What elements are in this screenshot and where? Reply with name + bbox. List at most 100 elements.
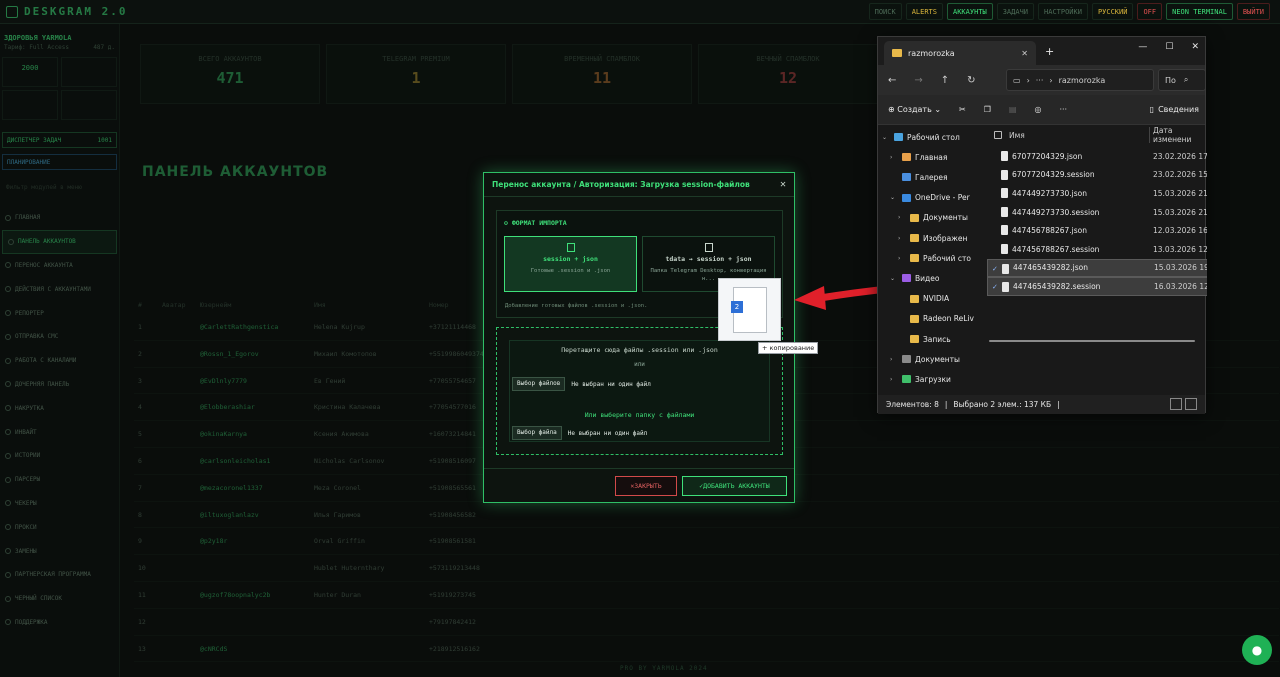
copy-icon[interactable]: ❐: [984, 105, 991, 114]
format-option-session-json[interactable]: session + json Готовые .session и .json: [504, 236, 637, 292]
table-row[interactable]: 13 @cNRCdS +218912516162: [134, 636, 1279, 663]
maximize-icon[interactable]: ☐: [1165, 42, 1173, 52]
file-row[interactable]: 447456788267.json 12.03.2026 16:38: [987, 221, 1207, 240]
sidebar-item[interactable]: ПЕРЕНОС АККАУНТА: [0, 254, 119, 278]
close-tab-icon[interactable]: ✕: [1021, 49, 1028, 58]
nav-search[interactable]: ПОИСК: [868, 3, 902, 20]
tree-item[interactable]: › Загрузки: [890, 369, 951, 389]
file-checkbox[interactable]: ✓: [992, 265, 1000, 273]
file-drop-zone[interactable]: Перетащите сюда файлы .session или .json…: [496, 327, 783, 455]
tree-item[interactable]: Radeon ReLiv: [898, 309, 974, 329]
tree-chevron-icon[interactable]: ›: [890, 356, 898, 363]
tree-item[interactable]: › Документы: [890, 349, 960, 369]
col-name[interactable]: Имя: [1009, 131, 1025, 140]
horizontal-scrollbar[interactable]: [989, 340, 1195, 342]
create-button[interactable]: ⊕ Создать ⌄: [888, 105, 941, 114]
tree-item[interactable]: Запись: [898, 329, 951, 349]
dispatcher-button[interactable]: ДИСПЕТЧЕР ЗАДАЧ 1001: [2, 132, 117, 148]
sidebar-item[interactable]: ОТПРАВКА СМС: [0, 325, 119, 349]
sidebar-item[interactable]: ПАНЕЛЬ АККАУНТОВ: [2, 229, 117, 254]
refresh-icon[interactable]: ↻: [967, 75, 975, 86]
add-accounts-button[interactable]: ✓ДОБАВИТЬ АККАУНТЫ: [682, 476, 787, 496]
nav-alerts[interactable]: ALERTS: [905, 3, 943, 20]
minimize-icon[interactable]: —: [1138, 42, 1147, 52]
file-checkbox[interactable]: [991, 208, 999, 216]
tree-item[interactable]: ⌄ OneDrive - Per: [890, 188, 970, 208]
sidebar-item[interactable]: ГЛАВНАЯ: [0, 206, 119, 230]
sidebar-item[interactable]: РЕПОРТЕР: [0, 301, 119, 325]
sidebar-item[interactable]: ДОЧЕРНЯЯ ПАНЕЛЬ: [0, 373, 119, 397]
explorer-tab[interactable]: razmorozka ✕: [884, 41, 1036, 65]
file-row[interactable]: 447456788267.session 13.03.2026 12:47: [987, 240, 1207, 259]
details-view-icon[interactable]: [1170, 398, 1182, 410]
sidebar-item[interactable]: ЧЕКЕРЫ: [0, 492, 119, 516]
cut-icon[interactable]: ✂: [959, 105, 966, 114]
tree-chevron-icon[interactable]: ›: [898, 255, 906, 262]
tree-item[interactable]: Галерея: [890, 167, 947, 187]
tree-item[interactable]: ⌄ Рабочий стол: [882, 127, 960, 147]
up-icon[interactable]: ↑: [941, 75, 949, 86]
tree-item[interactable]: › Рабочий сто: [898, 248, 971, 268]
rename-icon[interactable]: ◎: [1034, 105, 1041, 114]
tree-item[interactable]: NVIDIA: [898, 289, 949, 309]
forward-icon[interactable]: →: [914, 75, 922, 86]
nav-tasks[interactable]: ЗАДАЧИ: [996, 3, 1035, 20]
table-row[interactable]: 9 @p2y18r Orval Griffin +51908561581: [134, 528, 1279, 556]
sidebar-item[interactable]: ПРОКСИ: [0, 515, 119, 539]
file-row[interactable]: 67077204329.json 23.02.2026 17:38: [987, 147, 1207, 166]
sidebar-stat[interactable]: [61, 90, 117, 120]
file-row[interactable]: 447449273730.json 15.03.2026 21:18: [987, 184, 1207, 203]
file-checkbox[interactable]: [991, 189, 999, 197]
tree-chevron-icon[interactable]: ›: [898, 214, 906, 221]
nav-logout[interactable]: ВЫЙТИ: [1236, 3, 1270, 20]
select-all-checkbox[interactable]: [994, 131, 1002, 139]
sidebar-item[interactable]: ПАРСЕРЫ: [0, 468, 119, 492]
tree-chevron-icon[interactable]: ›: [890, 154, 898, 161]
col-date[interactable]: Дата изменени: [1153, 126, 1207, 144]
choose-files-button[interactable]: Выбор файлов: [512, 377, 566, 391]
paste-icon[interactable]: ▤: [1009, 105, 1017, 114]
brand[interactable]: DESKGRAM 2.0: [0, 5, 127, 18]
table-row[interactable]: 10 Hublet Huternthary +573119213448: [134, 555, 1279, 582]
file-checkbox[interactable]: [991, 226, 999, 234]
tree-item[interactable]: › Изображен: [898, 228, 967, 248]
close-icon[interactable]: ✕: [780, 179, 786, 190]
tree-chevron-icon[interactable]: ›: [898, 235, 906, 242]
tiles-view-icon[interactable]: [1185, 398, 1197, 410]
new-tab-icon[interactable]: +: [1045, 45, 1054, 58]
cancel-button[interactable]: ✕ЗАКРЫТЬ: [615, 476, 677, 496]
file-checkbox[interactable]: ✓: [992, 283, 1000, 291]
address-bar[interactable]: ▭ › ··· › razmorozka: [1006, 69, 1154, 91]
sidebar-item[interactable]: ИСТОРИИ: [0, 444, 119, 468]
sidebar-stat[interactable]: [2, 90, 58, 120]
file-checkbox[interactable]: [991, 245, 999, 253]
nav-language[interactable]: РУССКИЙ: [1091, 3, 1134, 20]
file-row[interactable]: ✓ 447465439282.session 16.03.2026 12:05: [987, 277, 1207, 296]
sidebar-stat[interactable]: 2000: [2, 57, 58, 87]
sidebar-item[interactable]: ПОДДЕРЖКА: [0, 611, 119, 635]
nav-theme[interactable]: NEON TERMINAL: [1166, 3, 1233, 20]
file-row[interactable]: ✓ 447465439282.json 15.03.2026 19:45: [987, 258, 1207, 278]
sidebar-item[interactable]: ЗАМЕНЫ: [0, 539, 119, 563]
explorer-search[interactable]: По ⌕: [1158, 69, 1206, 91]
tree-chevron-icon[interactable]: ›: [890, 376, 898, 383]
file-row[interactable]: 67077204329.session 23.02.2026 15:38: [987, 166, 1207, 185]
menu-filter-input[interactable]: Фильтр модулей в меню: [2, 180, 117, 196]
more-path-icon[interactable]: ···: [1036, 76, 1044, 85]
tree-item[interactable]: › Главная: [890, 147, 947, 167]
sidebar-item[interactable]: ЧЕРНЫЙ СПИСОК: [0, 587, 119, 611]
table-row[interactable]: 8 @iltuxoglanlazv Илья Гаримов +51908456582: [134, 502, 1279, 529]
drop-area[interactable]: Перетащите сюда файлы .session или .json…: [509, 340, 770, 442]
file-checkbox[interactable]: [991, 171, 999, 179]
choose-folder-button[interactable]: Выбор файла: [512, 426, 562, 440]
sidebar-item[interactable]: ИНВАЙТ: [0, 420, 119, 444]
tree-chevron-icon[interactable]: ⌄: [890, 275, 898, 282]
tree-chevron-icon[interactable]: ⌄: [882, 134, 890, 141]
table-row[interactable]: 11 @ugzof78oopnalyc2b Hunter Duran +5191927…: [134, 582, 1279, 609]
nav-settings[interactable]: НАСТРОЙКИ: [1038, 3, 1088, 20]
chat-support-icon[interactable]: ●: [1242, 635, 1272, 665]
tree-item[interactable]: ⌄ Видео: [890, 268, 939, 288]
sidebar-item[interactable]: ДЕЙСТВИЯ С АККАУНТАМИ: [0, 277, 119, 301]
close-window-icon[interactable]: ✕: [1191, 42, 1199, 52]
back-icon[interactable]: ←: [888, 75, 896, 86]
